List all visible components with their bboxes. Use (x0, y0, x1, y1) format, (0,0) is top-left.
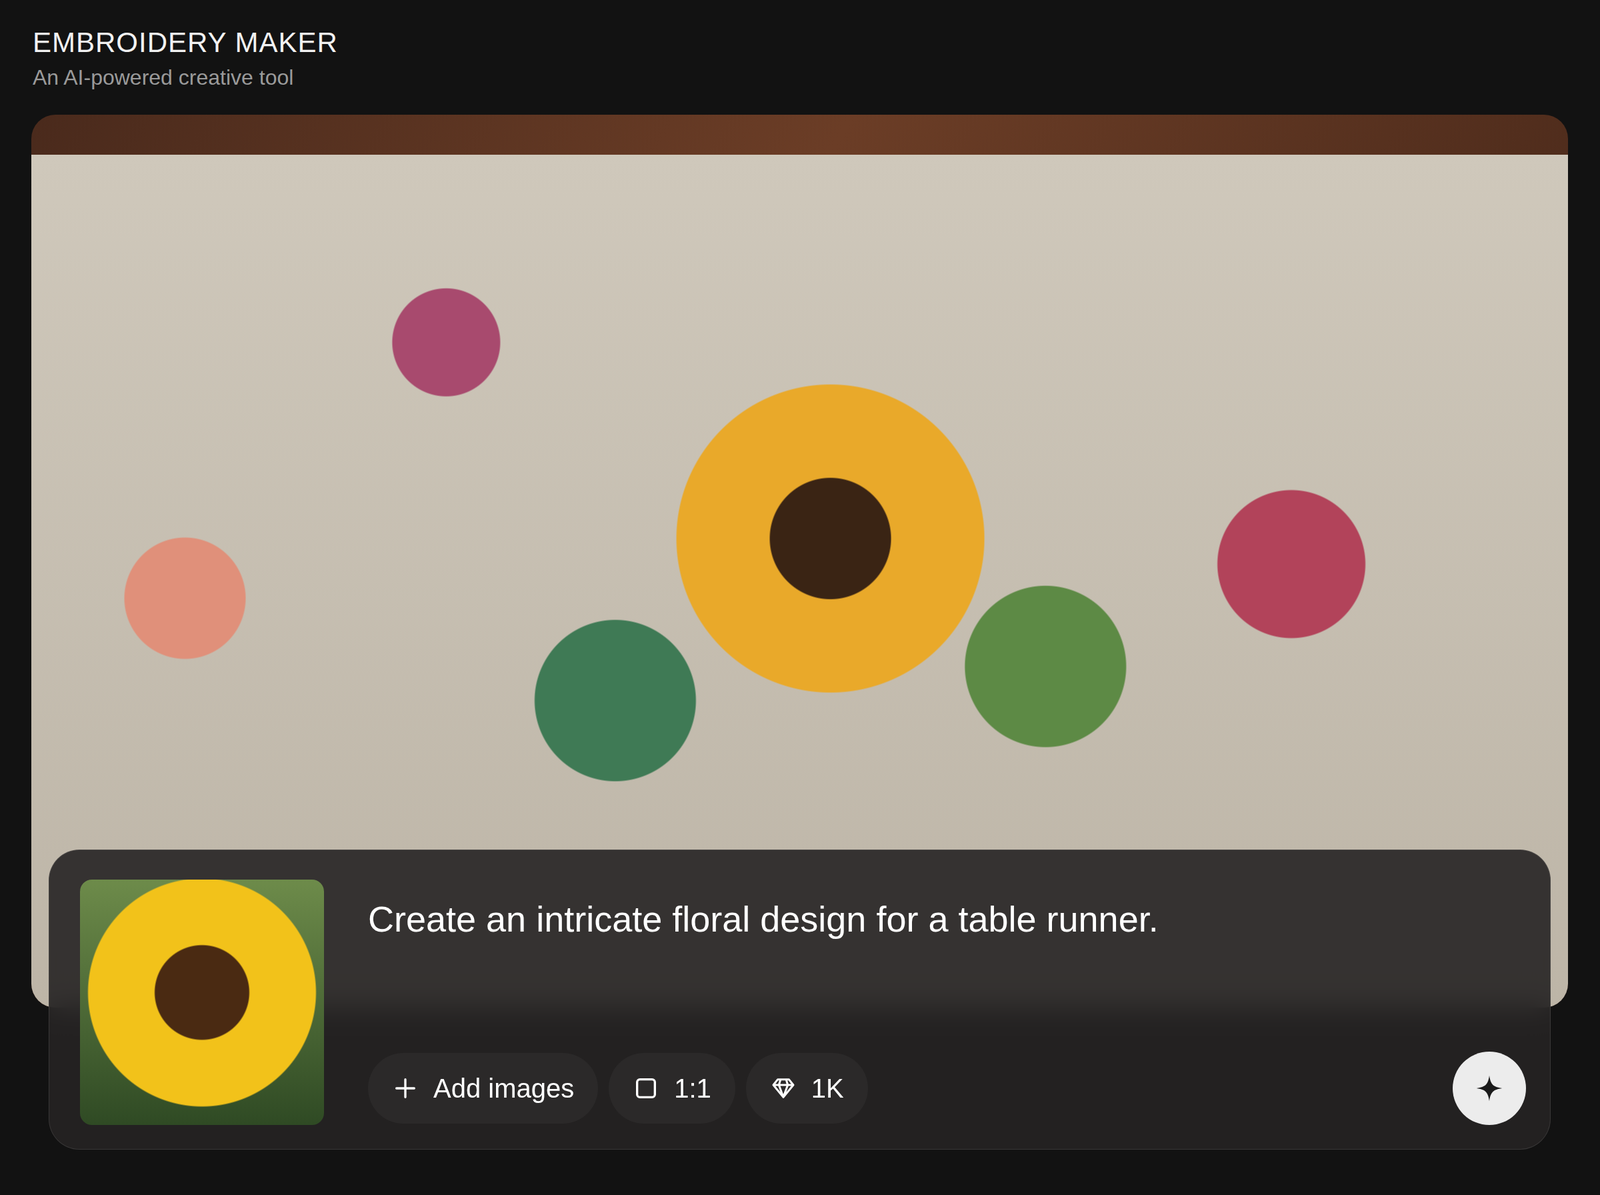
generate-button[interactable] (1452, 1051, 1526, 1125)
prompt-panel: Create an intricate floral design for a … (48, 849, 1551, 1150)
app-page: EMBROIDERY MAKER An AI-powered creative t… (0, 0, 1600, 1195)
add-button[interactable]: Add images (368, 1052, 598, 1124)
button-label: Add images (433, 1073, 574, 1104)
reference-thumbnail[interactable] (80, 879, 324, 1125)
button-label: 1K (811, 1073, 844, 1104)
app-title: EMBROIDERY MAKER (32, 25, 1568, 60)
app-header: EMBROIDERY MAKER An AI-powered creative t… (31, 25, 1568, 91)
app-subtitle: An AI-powered creative tool (32, 64, 1568, 91)
button-label: 1:1 (674, 1073, 712, 1104)
diamond-icon (770, 1074, 797, 1102)
quality-button[interactable]: 1K (746, 1052, 868, 1124)
prompt-input[interactable]: Create an intricate floral design for a … (368, 879, 1526, 941)
plus-icon (392, 1074, 419, 1102)
toolbar: Add images 1:1 1K (368, 1051, 1526, 1125)
sparkle-icon (1474, 1072, 1505, 1104)
aspect-button[interactable]: 1:1 (608, 1052, 736, 1124)
prompt-area: Create an intricate floral design for a … (368, 879, 1526, 1125)
square-icon (632, 1074, 660, 1102)
